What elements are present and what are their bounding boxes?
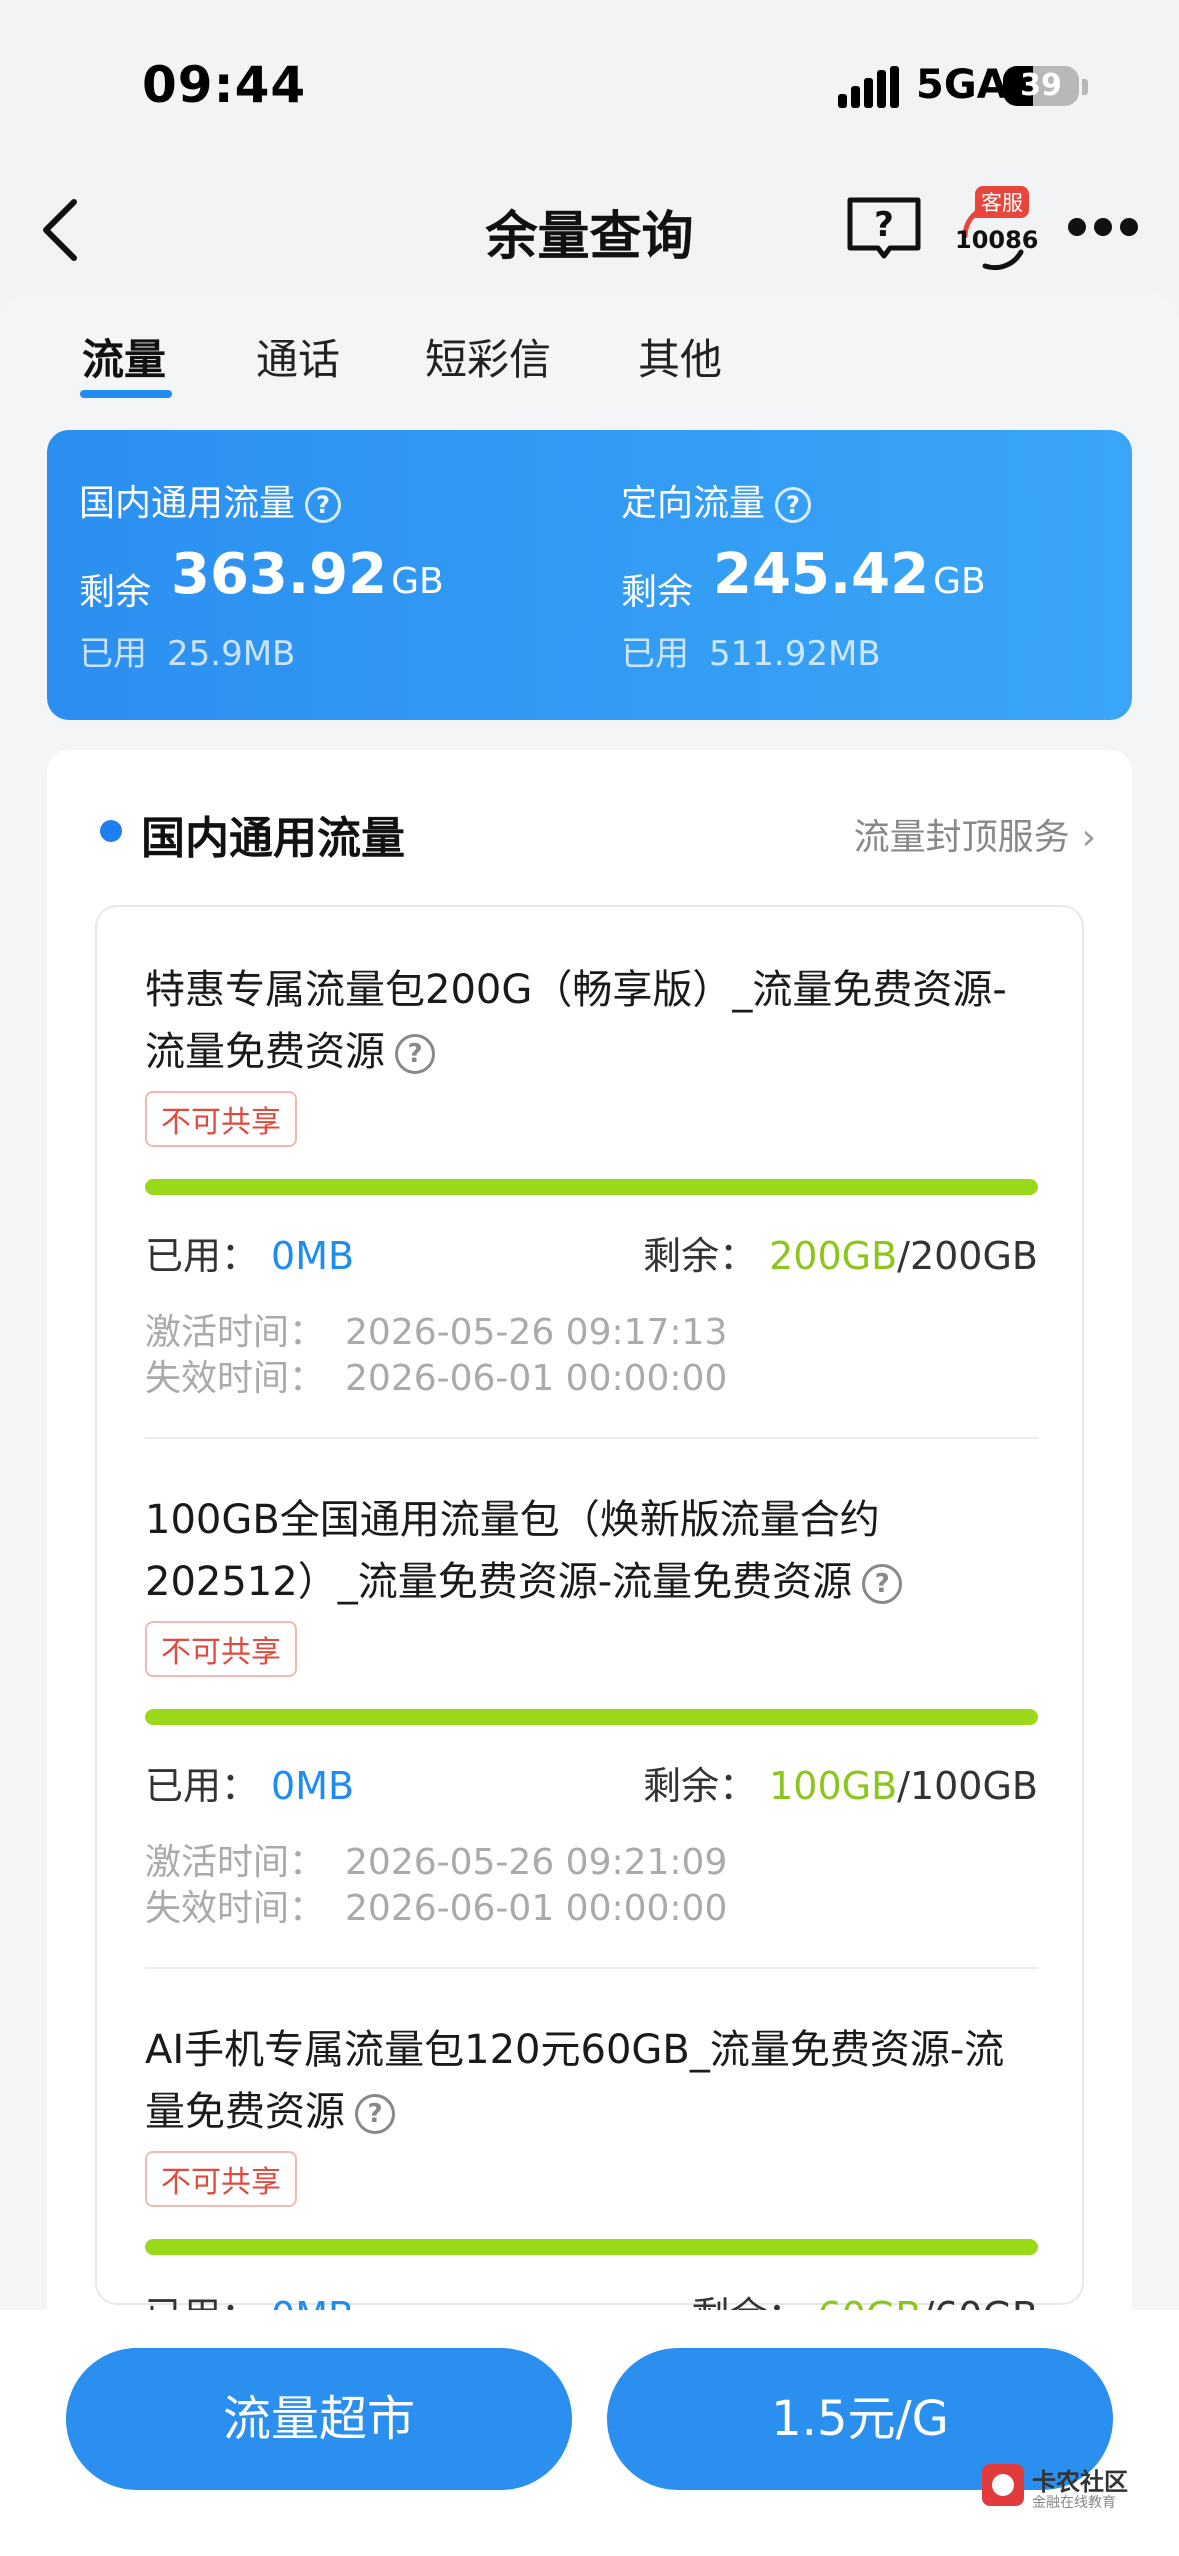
data-cap-service-link[interactable]: 流量封顶服务 › xyxy=(854,808,1096,860)
status-time: 09:44 xyxy=(142,56,307,114)
expire-label: 失效时间： xyxy=(145,1358,326,1399)
status-bar: 09:44 5GA 39 xyxy=(0,0,1179,170)
usage-progress-bar xyxy=(145,1179,1038,1195)
remain-label: 剩余 xyxy=(621,572,694,613)
tab-sms[interactable]: 短彩信 xyxy=(425,326,551,387)
package-list: 特惠专属流量包200G（畅享版）_流量免费资源-流量免费资源? 不可共享 已用：… xyxy=(95,905,1086,2338)
tab-other[interactable]: 其他 xyxy=(638,326,722,387)
watermark-subtitle: 金融在线教育 xyxy=(1032,2495,1116,2511)
more-icon[interactable] xyxy=(1068,218,1138,238)
network-type: 5GA xyxy=(916,62,1008,108)
remain-label: 剩余： xyxy=(643,1234,758,1278)
remain-value: 200GB xyxy=(769,1234,898,1278)
remain-label: 剩余 xyxy=(79,572,152,613)
package-item[interactable]: 特惠专属流量包200G（畅享版）_流量免费资源-流量免费资源? 不可共享 已用：… xyxy=(97,907,1086,1439)
package-item[interactable]: 100GB全国通用流量包（焕新版流量合约202512）_流量免费资源-流量免费资… xyxy=(97,1437,1086,1969)
customer-service-icon[interactable]: 客服 10086 xyxy=(955,186,1039,276)
data-cap-service-label: 流量封顶服务 xyxy=(853,817,1070,858)
help-icon[interactable]: ? xyxy=(775,487,812,523)
tab-bar: 流量 通话 短彩信 其他 xyxy=(0,294,1179,414)
not-shareable-tag: 不可共享 xyxy=(145,2151,297,2207)
package-name: AI手机专属流量包120元60GB_流量免费资源-流量免费资源 xyxy=(145,2027,1005,2135)
used-label: 已用： xyxy=(145,1234,260,1278)
signal-icon xyxy=(838,66,900,108)
usage-progress-bar xyxy=(145,2239,1038,2255)
help-icon[interactable]: ? xyxy=(305,487,342,523)
domestic-remain-value: 363.92 xyxy=(171,542,388,607)
domestic-used-value: 25.9MB xyxy=(167,634,296,674)
package-name: 特惠专属流量包200G（畅享版）_流量免费资源-流量免费资源 xyxy=(145,967,1007,1075)
remain-unit: GB xyxy=(391,561,444,602)
activate-label: 激活时间： xyxy=(145,1842,326,1883)
directed-used-value: 511.92MB xyxy=(709,634,881,674)
used-label: 已用 xyxy=(621,634,689,674)
activate-time: 2026-05-26 09:21:09 xyxy=(345,1842,728,1883)
usage-progress-bar xyxy=(145,1709,1038,1725)
used-label: 已用 xyxy=(79,634,147,674)
total-value: /100GB xyxy=(897,1764,1038,1808)
tab-calls[interactable]: 通话 xyxy=(256,326,340,387)
expire-time: 2026-06-01 00:00:00 xyxy=(345,1888,728,1929)
used-label: 已用： xyxy=(145,1764,260,1808)
used-value: 0MB xyxy=(271,1764,355,1808)
cs-badge: 客服 xyxy=(975,186,1029,218)
help-icon[interactable]: ? xyxy=(862,1564,903,1604)
battery-icon: 39 xyxy=(1003,66,1079,106)
domestic-summary: 国内通用流量? 剩余 363.92 GB 已用 25.9MB xyxy=(47,430,567,720)
directed-remain-value: 245.42 xyxy=(713,542,930,607)
total-value: /200GB xyxy=(897,1234,1038,1278)
directed-summary-title: 定向流量 xyxy=(621,483,766,524)
tab-active-indicator xyxy=(80,390,172,398)
summary-card: 国内通用流量? 剩余 363.92 GB 已用 25.9MB 定向流量? 剩余 24… xyxy=(47,430,1132,720)
watermark-logo-icon xyxy=(982,2464,1024,2506)
section-title: 国内通用流量 xyxy=(141,813,405,864)
tab-data[interactable]: 流量 xyxy=(82,326,166,387)
expire-time: 2026-06-01 00:00:00 xyxy=(345,1358,728,1399)
not-shareable-tag: 不可共享 xyxy=(145,1621,297,1677)
domestic-summary-title: 国内通用流量 xyxy=(79,483,296,524)
svg-text:?: ? xyxy=(874,205,894,245)
cs-number: 10086 xyxy=(955,226,1039,254)
chevron-right-icon: › xyxy=(1081,817,1096,858)
nav-bar: 余量查询 ? 客服 10086 xyxy=(0,170,1179,290)
package-name: 100GB全国通用流量包（焕新版流量合约202512）_流量免费资源-流量免费资… xyxy=(145,1497,880,1605)
help-icon[interactable]: ? xyxy=(355,2094,395,2134)
battery-level: 39 xyxy=(1020,68,1062,103)
activate-time: 2026-05-26 09:17:13 xyxy=(345,1312,728,1353)
not-shareable-tag: 不可共享 xyxy=(145,1091,297,1147)
watermark-logo: 卡农社区 金融在线教育 xyxy=(982,2460,1172,2520)
remain-unit: GB xyxy=(933,561,986,602)
directed-summary: 定向流量? 剩余 245.42 GB 已用 511.92MB xyxy=(589,430,1109,720)
activate-label: 激活时间： xyxy=(145,1312,326,1353)
section-dot xyxy=(100,820,122,842)
remain-value: 100GB xyxy=(769,1764,898,1808)
used-value: 0MB xyxy=(271,1234,355,1278)
data-mall-button[interactable]: 流量超市 xyxy=(66,2348,572,2490)
remain-label: 剩余： xyxy=(643,1764,758,1808)
help-icon[interactable]: ? xyxy=(395,1034,435,1074)
help-book-icon[interactable]: ? xyxy=(846,192,922,262)
expire-label: 失效时间： xyxy=(145,1888,326,1929)
